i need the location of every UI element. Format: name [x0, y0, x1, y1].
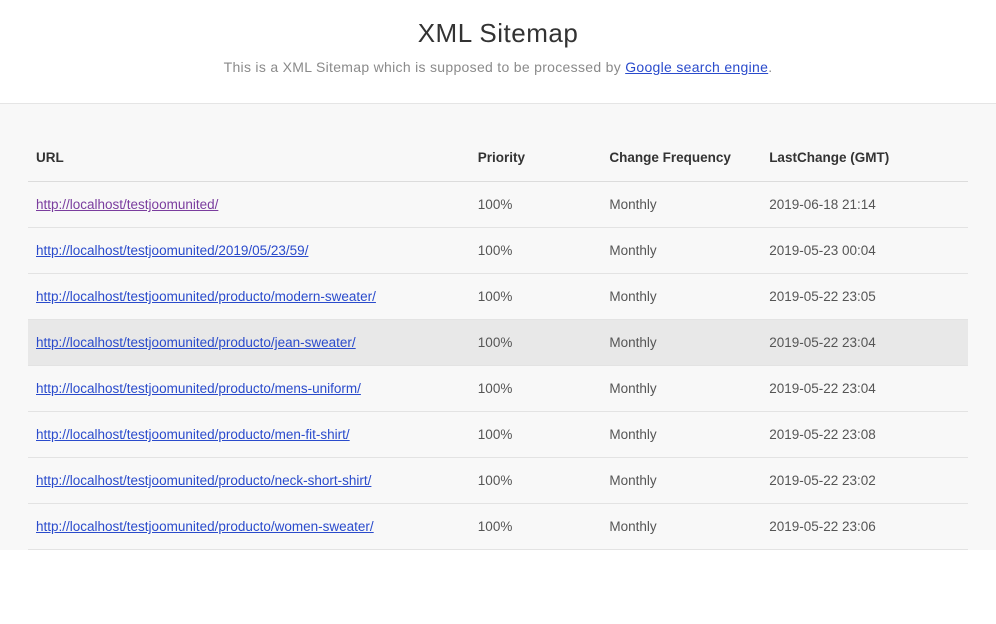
subtitle-prefix: This is a XML Sitemap which is supposed …	[224, 59, 626, 75]
cell-freq: Monthly	[601, 274, 761, 320]
cell-priority: 100%	[470, 274, 602, 320]
cell-priority: 100%	[470, 412, 602, 458]
cell-url: http://localhost/testjoomunited/producto…	[28, 366, 470, 412]
sitemap-table-container: URL Priority Change Frequency LastChange…	[0, 103, 996, 550]
cell-url: http://localhost/testjoomunited/	[28, 182, 470, 228]
cell-last: 2019-05-22 23:02	[761, 458, 968, 504]
cell-priority: 100%	[470, 504, 602, 550]
header-url: URL	[28, 138, 470, 182]
header-last: LastChange (GMT)	[761, 138, 968, 182]
table-row: http://localhost/testjoomunited/100%Mont…	[28, 182, 968, 228]
cell-last: 2019-05-22 23:05	[761, 274, 968, 320]
sitemap-url-link[interactable]: http://localhost/testjoomunited/producto…	[36, 335, 356, 350]
cell-url: http://localhost/testjoomunited/producto…	[28, 412, 470, 458]
cell-last: 2019-05-22 23:08	[761, 412, 968, 458]
header-priority: Priority	[470, 138, 602, 182]
cell-priority: 100%	[470, 182, 602, 228]
sitemap-url-link[interactable]: http://localhost/testjoomunited/producto…	[36, 289, 376, 304]
cell-priority: 100%	[470, 366, 602, 412]
table-row: http://localhost/testjoomunited/producto…	[28, 458, 968, 504]
sitemap-url-link[interactable]: http://localhost/testjoomunited/	[36, 197, 218, 212]
header-freq: Change Frequency	[601, 138, 761, 182]
cell-url: http://localhost/testjoomunited/producto…	[28, 458, 470, 504]
sitemap-url-link[interactable]: http://localhost/testjoomunited/2019/05/…	[36, 243, 308, 258]
cell-url: http://localhost/testjoomunited/producto…	[28, 274, 470, 320]
table-row: http://localhost/testjoomunited/producto…	[28, 366, 968, 412]
cell-priority: 100%	[470, 458, 602, 504]
table-row: http://localhost/testjoomunited/2019/05/…	[28, 228, 968, 274]
cell-freq: Monthly	[601, 458, 761, 504]
sitemap-url-link[interactable]: http://localhost/testjoomunited/producto…	[36, 381, 361, 396]
sitemap-table: URL Priority Change Frequency LastChange…	[28, 138, 968, 550]
cell-freq: Monthly	[601, 182, 761, 228]
sitemap-url-link[interactable]: http://localhost/testjoomunited/producto…	[36, 427, 350, 442]
cell-last: 2019-05-22 23:04	[761, 366, 968, 412]
cell-freq: Monthly	[601, 320, 761, 366]
cell-url: http://localhost/testjoomunited/2019/05/…	[28, 228, 470, 274]
cell-last: 2019-06-18 21:14	[761, 182, 968, 228]
page-header: XML Sitemap This is a XML Sitemap which …	[0, 0, 996, 103]
cell-last: 2019-05-23 00:04	[761, 228, 968, 274]
cell-last: 2019-05-22 23:04	[761, 320, 968, 366]
cell-priority: 100%	[470, 228, 602, 274]
google-link[interactable]: Google search engine	[625, 59, 768, 75]
cell-last: 2019-05-22 23:06	[761, 504, 968, 550]
cell-url: http://localhost/testjoomunited/producto…	[28, 320, 470, 366]
table-header-row: URL Priority Change Frequency LastChange…	[28, 138, 968, 182]
page-subtitle: This is a XML Sitemap which is supposed …	[0, 59, 996, 75]
sitemap-url-link[interactable]: http://localhost/testjoomunited/producto…	[36, 519, 374, 534]
cell-freq: Monthly	[601, 366, 761, 412]
page-title: XML Sitemap	[0, 18, 996, 49]
subtitle-suffix: .	[768, 59, 772, 75]
sitemap-url-link[interactable]: http://localhost/testjoomunited/producto…	[36, 473, 371, 488]
cell-freq: Monthly	[601, 412, 761, 458]
cell-freq: Monthly	[601, 228, 761, 274]
table-row: http://localhost/testjoomunited/producto…	[28, 504, 968, 550]
cell-freq: Monthly	[601, 504, 761, 550]
table-row: http://localhost/testjoomunited/producto…	[28, 274, 968, 320]
table-row: http://localhost/testjoomunited/producto…	[28, 320, 968, 366]
cell-url: http://localhost/testjoomunited/producto…	[28, 504, 470, 550]
table-row: http://localhost/testjoomunited/producto…	[28, 412, 968, 458]
cell-priority: 100%	[470, 320, 602, 366]
